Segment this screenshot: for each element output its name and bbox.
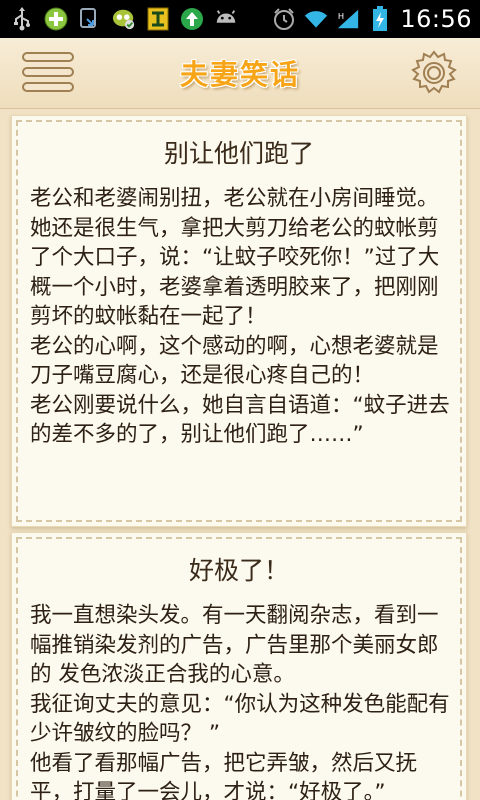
app-title: 夫妻笑话	[179, 58, 300, 91]
status-bar: H 16:56	[0, 0, 480, 38]
notification-icons	[0, 7, 238, 31]
joke-body: 我一直想染头发。有一天翻阅杂志，看到一幅推销染发剂的广告，广告里那个美丽女郎的 …	[30, 603, 450, 800]
android-icon	[214, 7, 238, 31]
wifi-icon	[304, 7, 328, 31]
gear-icon[interactable]	[410, 49, 458, 97]
joke-list[interactable]: 别让他们跑了 老公和老婆闹别扭，老公就在小房间睡觉。 她还是很生气，拿把大剪刀给…	[0, 109, 480, 800]
alarm-icon	[272, 7, 296, 31]
clock: 16:56	[400, 5, 472, 33]
joke-title: 别让他们跑了	[163, 139, 314, 168]
sync-icon	[78, 7, 102, 31]
app-badge-icon	[112, 7, 136, 31]
svg-text:H: H	[338, 11, 344, 21]
joke-title: 好极了！	[188, 556, 289, 585]
battery-charging-icon	[368, 6, 392, 31]
joke-card[interactable]: 好极了！ 我一直想染头发。有一天翻阅杂志，看到一幅推销染发剂的广告，广告里那个美…	[12, 533, 466, 800]
joke-card[interactable]: 别让他们跑了 老公和老婆闹别扭，老公就在小房间睡觉。 她还是很生气，拿把大剪刀给…	[12, 116, 466, 526]
upload-icon	[180, 7, 204, 31]
system-status: H 16:56	[272, 0, 472, 38]
joke-body: 老公和老婆闹别扭，老公就在小房间睡觉。 她还是很生气，拿把大剪刀给老公的蚊帐剪了…	[30, 186, 450, 447]
usb-icon	[10, 7, 34, 31]
app-bar: 夫妻笑话	[0, 38, 480, 109]
signal-icon: H	[336, 7, 360, 31]
plus-app-icon	[44, 7, 68, 31]
sim-icon	[146, 7, 170, 31]
